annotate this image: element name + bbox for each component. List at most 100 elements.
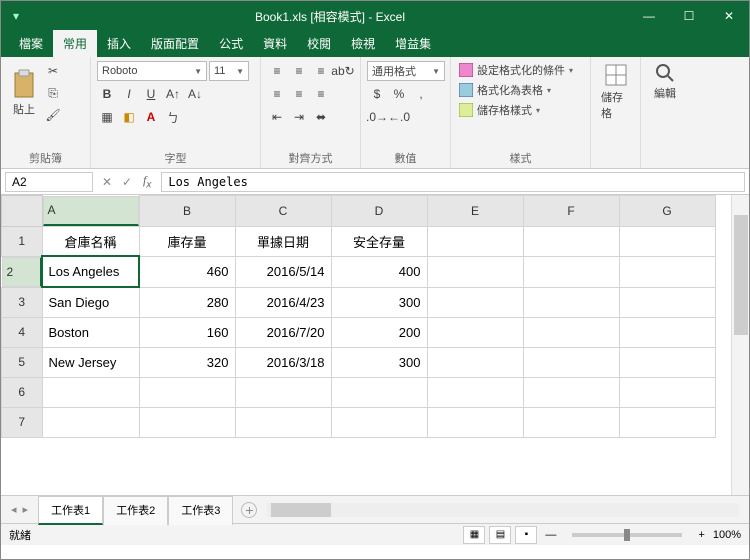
zoom-level[interactable]: 100% [713, 529, 741, 541]
cell-E4[interactable] [427, 317, 523, 347]
cell-G3[interactable] [619, 287, 715, 317]
align-bot-button[interactable]: ≡ [311, 61, 331, 81]
cell-C7[interactable] [235, 407, 331, 437]
cell-D3[interactable]: 300 [331, 287, 427, 317]
align-top-button[interactable]: ≡ [267, 61, 287, 81]
cell-G2[interactable] [619, 256, 715, 287]
cell-B6[interactable] [139, 377, 235, 407]
orientation-button[interactable]: ab↻ [333, 61, 353, 81]
cell-E7[interactable] [427, 407, 523, 437]
percent-button[interactable]: % [389, 84, 409, 104]
cell-G1[interactable] [619, 226, 715, 256]
cell-A1[interactable]: 倉庫名稱 [42, 226, 139, 256]
inc-decimal-button[interactable]: .0→ [367, 107, 387, 127]
font-size-select[interactable]: 11▼ [209, 61, 249, 81]
italic-button[interactable]: I [119, 84, 139, 104]
format-painter-button[interactable]: 🖌 [43, 105, 63, 125]
indent-inc-button[interactable]: ⇥ [289, 107, 309, 127]
minimize-button[interactable]: — [629, 9, 669, 23]
cell-G7[interactable] [619, 407, 715, 437]
cell-B7[interactable] [139, 407, 235, 437]
cell-F2[interactable] [523, 256, 619, 287]
cell-A3[interactable]: San Diego [42, 287, 139, 317]
ribbon-tab-3[interactable]: 版面配置 [141, 30, 209, 57]
cell-D1[interactable]: 安全存量 [331, 226, 427, 256]
align-left-button[interactable]: ≡ [267, 84, 287, 104]
col-header-D[interactable]: D [331, 196, 427, 227]
view-layout-button[interactable]: ▤ [489, 526, 511, 544]
sheet-nav[interactable]: ◂▸ [1, 503, 38, 516]
name-box[interactable] [5, 172, 93, 192]
cell-G4[interactable] [619, 317, 715, 347]
cell-D7[interactable] [331, 407, 427, 437]
ribbon-tab-8[interactable]: 增益集 [385, 30, 441, 57]
merge-button[interactable]: ⬌ [311, 107, 331, 127]
row-header-1[interactable]: 1 [2, 226, 43, 256]
cell-F5[interactable] [523, 347, 619, 377]
comma-button[interactable]: , [411, 84, 431, 104]
row-header-2[interactable]: 2 [2, 257, 42, 287]
cell-styles-button[interactable]: 儲存格樣式▾ [457, 101, 584, 119]
cell-B2[interactable]: 460 [139, 256, 235, 287]
horizontal-scrollbar[interactable] [267, 503, 739, 517]
cell-D5[interactable]: 300 [331, 347, 427, 377]
border-button[interactable]: ▦ [97, 107, 117, 127]
col-header-C[interactable]: C [235, 196, 331, 227]
cell-B5[interactable]: 320 [139, 347, 235, 377]
currency-button[interactable]: $ [367, 84, 387, 104]
ribbon-tab-7[interactable]: 檢視 [341, 30, 385, 57]
ribbon-tab-6[interactable]: 校閱 [297, 30, 341, 57]
cell-F6[interactable] [523, 377, 619, 407]
view-normal-button[interactable]: ▦ [463, 526, 485, 544]
sheet-tab-0[interactable]: 工作表1 [38, 496, 103, 525]
cell-E5[interactable] [427, 347, 523, 377]
fill-color-button[interactable]: ◧ [119, 107, 139, 127]
dec-decimal-button[interactable]: ←.0 [389, 107, 409, 127]
bold-button[interactable]: B [97, 84, 117, 104]
format-table-button[interactable]: 格式化為表格▾ [457, 81, 584, 99]
ribbon-tab-2[interactable]: 插入 [97, 30, 141, 57]
cell-F1[interactable] [523, 226, 619, 256]
cell-F7[interactable] [523, 407, 619, 437]
cell-B4[interactable]: 160 [139, 317, 235, 347]
cell-G6[interactable] [619, 377, 715, 407]
row-header-4[interactable]: 4 [2, 317, 43, 347]
maximize-button[interactable]: ☐ [669, 9, 709, 23]
conditional-format-button[interactable]: 設定格式化的條件▾ [457, 61, 584, 79]
col-header-E[interactable]: E [427, 196, 523, 227]
zoom-out-button[interactable]: — [541, 529, 560, 541]
col-header-F[interactable]: F [523, 196, 619, 227]
cell-C6[interactable] [235, 377, 331, 407]
row-header-3[interactable]: 3 [2, 287, 43, 317]
sheet-tab-2[interactable]: 工作表3 [168, 496, 233, 525]
cell-C5[interactable]: 2016/3/18 [235, 347, 331, 377]
cell-A6[interactable] [42, 377, 139, 407]
cell-D4[interactable]: 200 [331, 317, 427, 347]
close-button[interactable]: ✕ [709, 9, 749, 23]
col-header-A[interactable]: A [43, 196, 139, 226]
align-right-button[interactable]: ≡ [311, 84, 331, 104]
zoom-in-button[interactable]: + [694, 529, 708, 541]
quick-access[interactable]: ▾ [1, 9, 31, 23]
cell-C1[interactable]: 單據日期 [235, 226, 331, 256]
copy-button[interactable]: ⎘ [43, 83, 63, 103]
ribbon-tab-1[interactable]: 常用 [53, 30, 97, 57]
cell-D6[interactable] [331, 377, 427, 407]
number-format-select[interactable]: 通用格式▼ [367, 61, 445, 81]
cell-C2[interactable]: 2016/5/14 [235, 256, 331, 287]
cell-B1[interactable]: 庫存量 [139, 226, 235, 256]
align-mid-button[interactable]: ≡ [289, 61, 309, 81]
cell-E1[interactable] [427, 226, 523, 256]
cut-button[interactable]: ✂ [43, 61, 63, 81]
cell-C4[interactable]: 2016/7/20 [235, 317, 331, 347]
edit-button[interactable]: 編輯 [647, 61, 683, 103]
cell-F4[interactable] [523, 317, 619, 347]
vertical-scrollbar[interactable] [731, 195, 749, 495]
col-header-G[interactable]: G [619, 196, 715, 227]
ribbon-tab-5[interactable]: 資料 [253, 30, 297, 57]
font-name-select[interactable]: Roboto▼ [97, 61, 207, 81]
cell-F3[interactable] [523, 287, 619, 317]
fx-icon[interactable]: fx [137, 173, 157, 190]
row-header-5[interactable]: 5 [2, 347, 43, 377]
row-header-6[interactable]: 6 [2, 377, 43, 407]
